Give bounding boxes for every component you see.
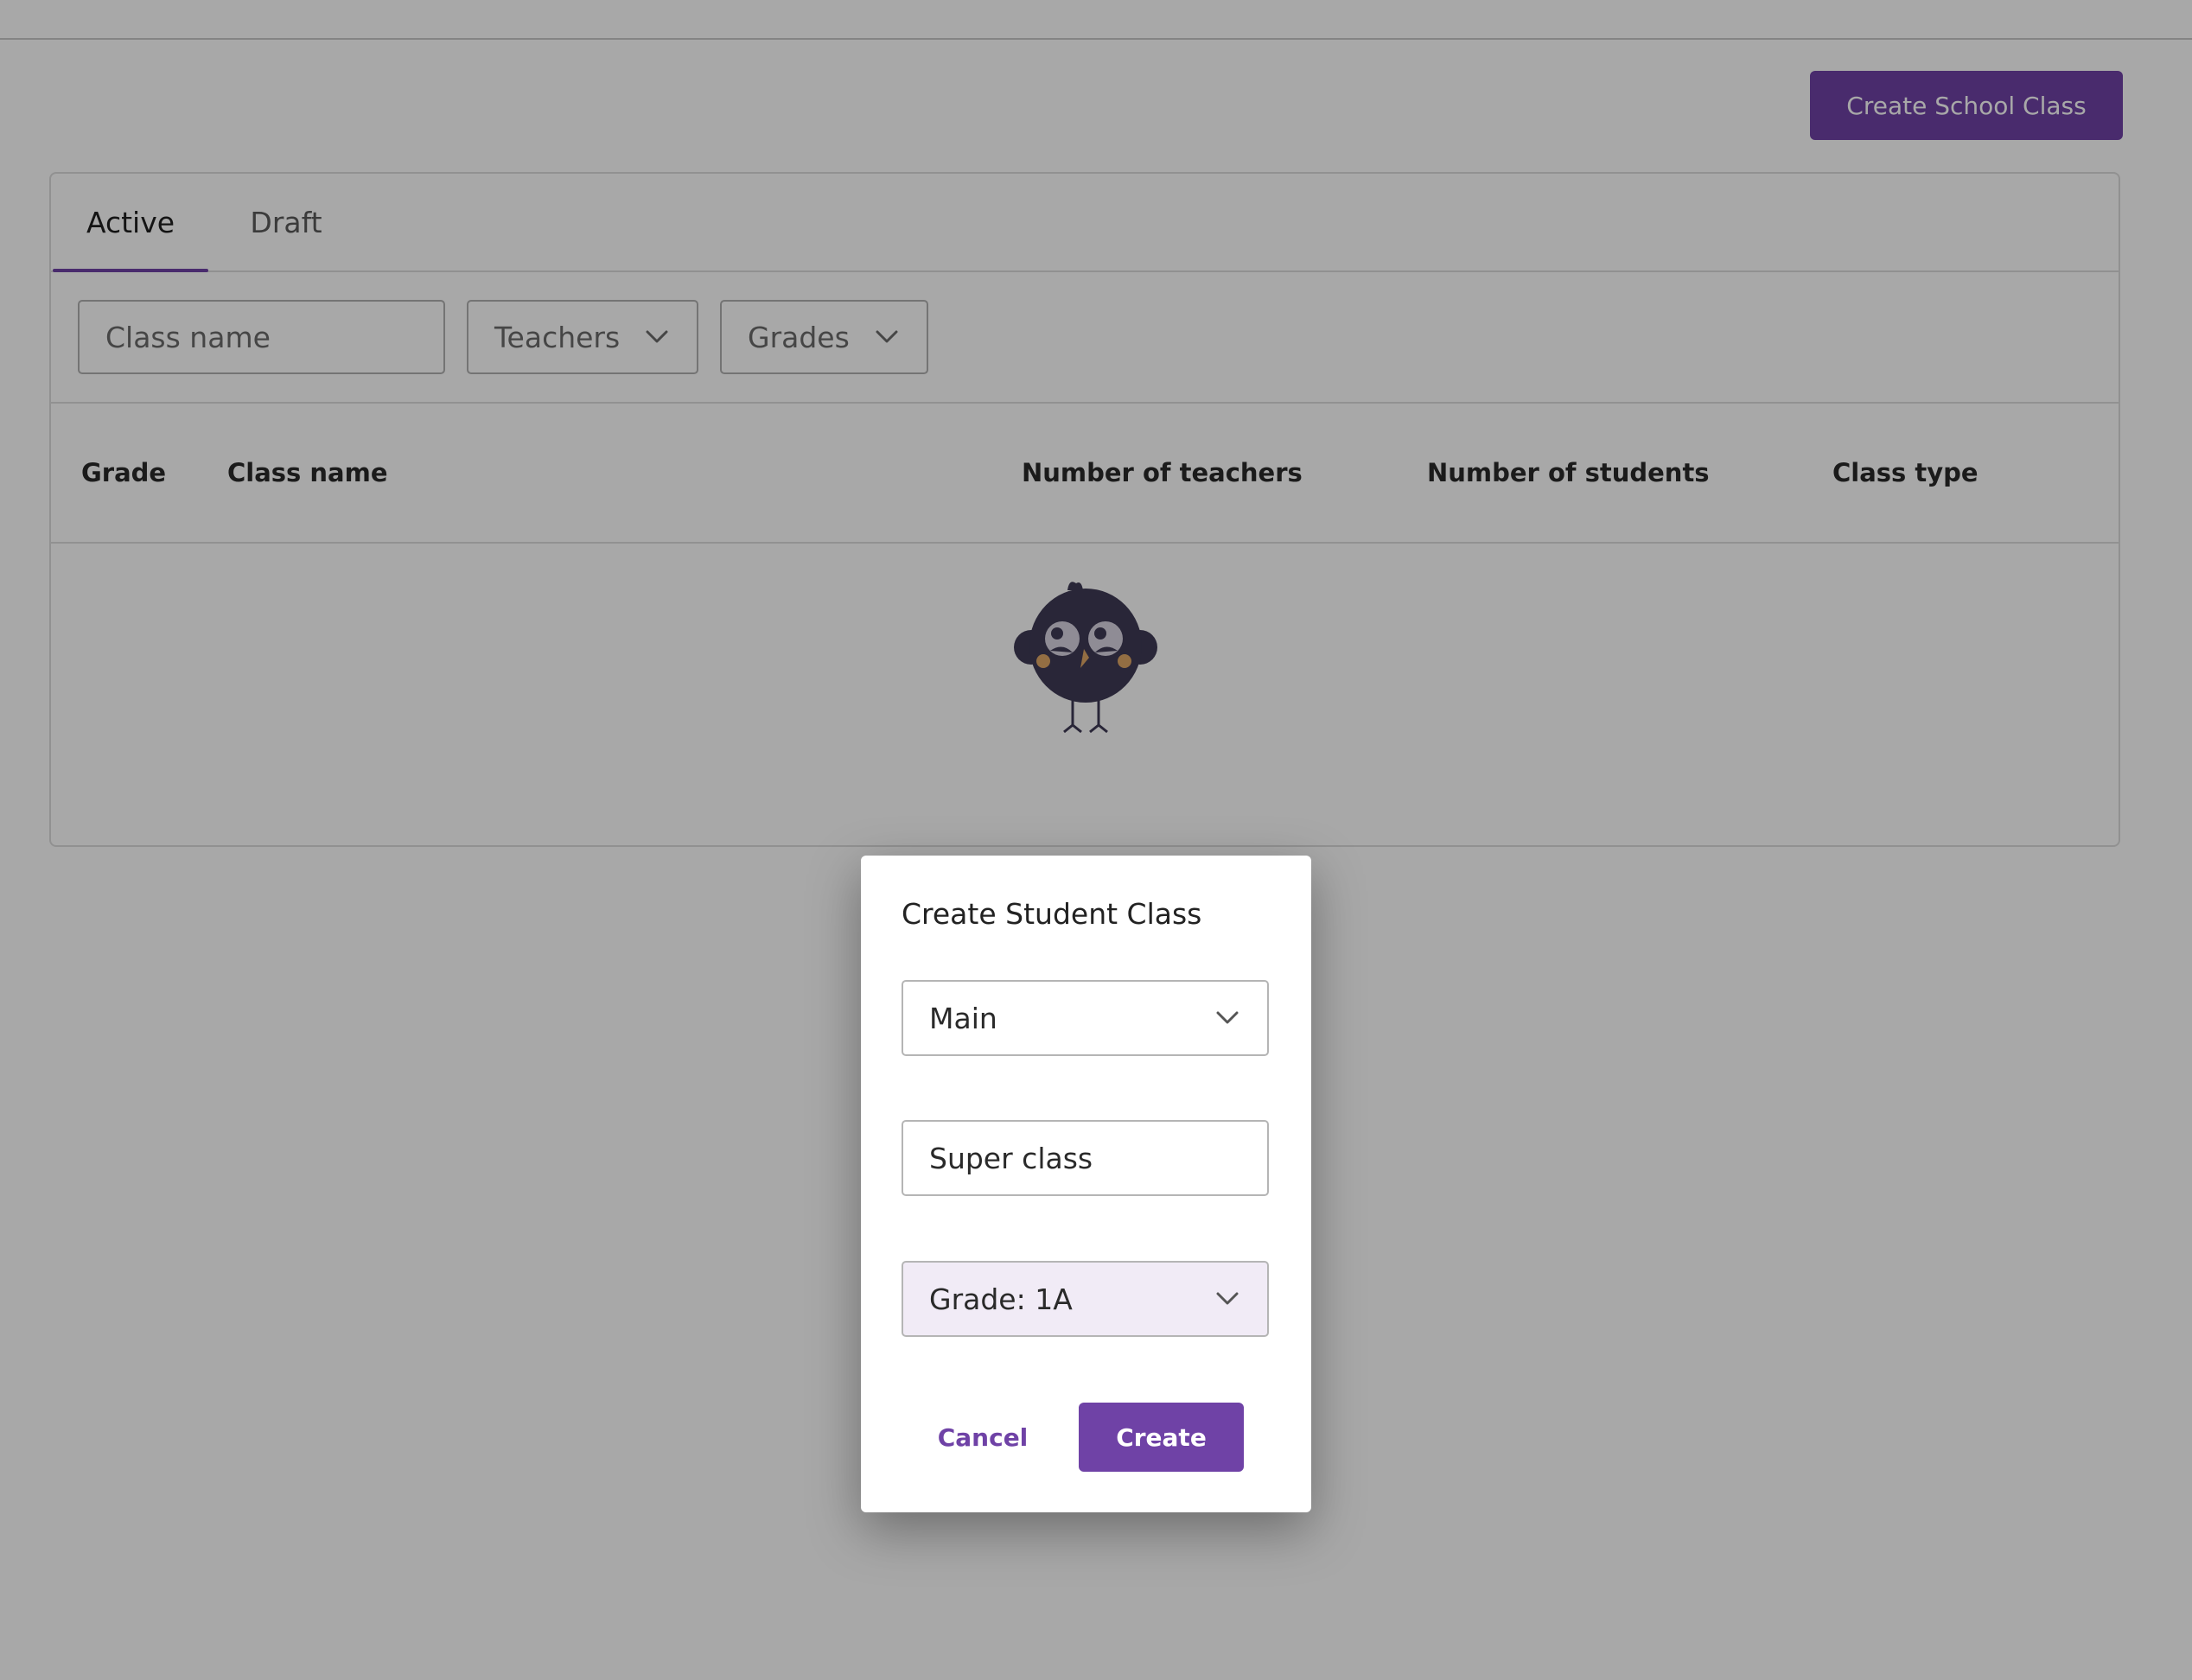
chevron-down-icon (1214, 1004, 1241, 1032)
create-button[interactable]: Create (1079, 1403, 1244, 1472)
grade-value: Grade: 1A (929, 1282, 1073, 1316)
class-name-input[interactable]: Super class (902, 1120, 1269, 1196)
class-type-select[interactable]: Main (902, 980, 1269, 1056)
create-student-class-dialog: Create Student Class Main Super class Gr… (861, 856, 1311, 1512)
class-type-value: Main (929, 1001, 997, 1035)
dialog-title: Create Student Class (902, 897, 1202, 931)
cancel-button[interactable]: Cancel (928, 1403, 1037, 1472)
chevron-down-icon (1214, 1285, 1241, 1313)
dialog-actions: Cancel Create (861, 1403, 1311, 1472)
grade-select[interactable]: Grade: 1A (902, 1261, 1269, 1337)
class-name-value: Super class (929, 1141, 1093, 1175)
